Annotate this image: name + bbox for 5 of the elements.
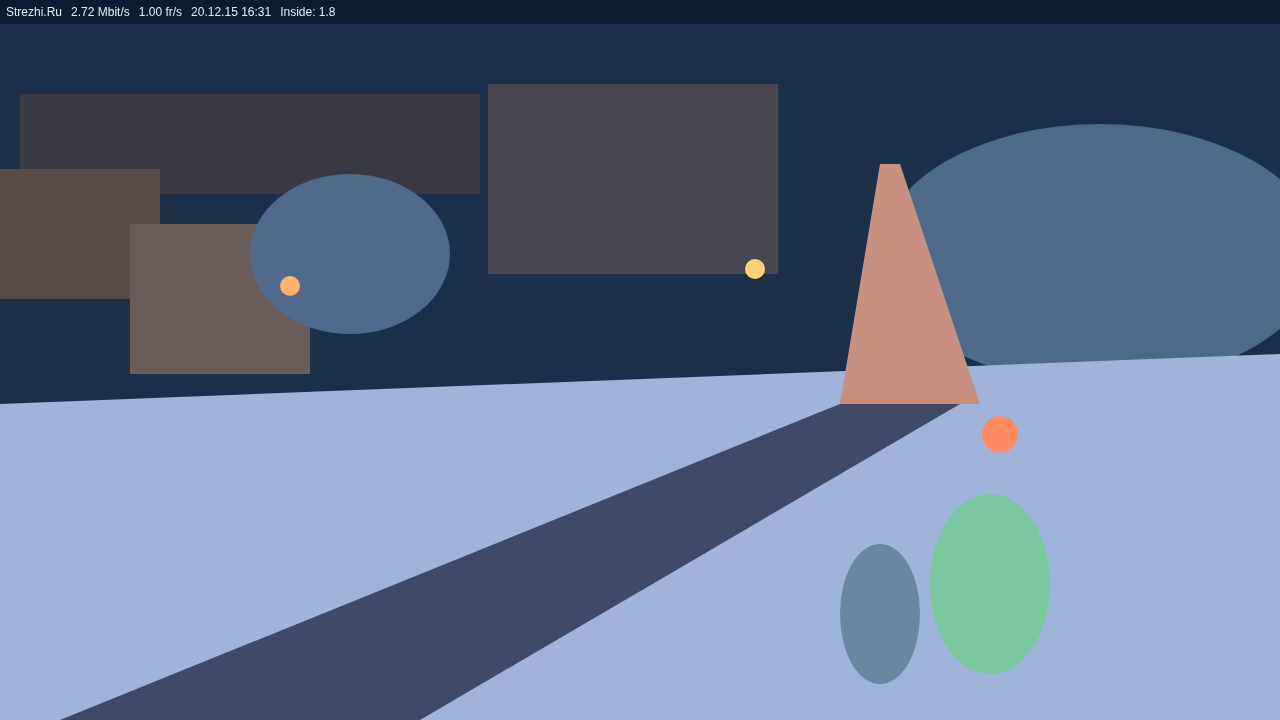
overlay-text: Inside: 1.8	[280, 4, 336, 21]
overlay-text: Strezhi.Ru	[6, 4, 63, 21]
overlay-text: 1.00 fr/s	[138, 4, 183, 21]
overlay-text: 2.72 Mbit/s	[71, 4, 130, 21]
overlay-text: 20.12.15 16:31	[191, 4, 272, 21]
